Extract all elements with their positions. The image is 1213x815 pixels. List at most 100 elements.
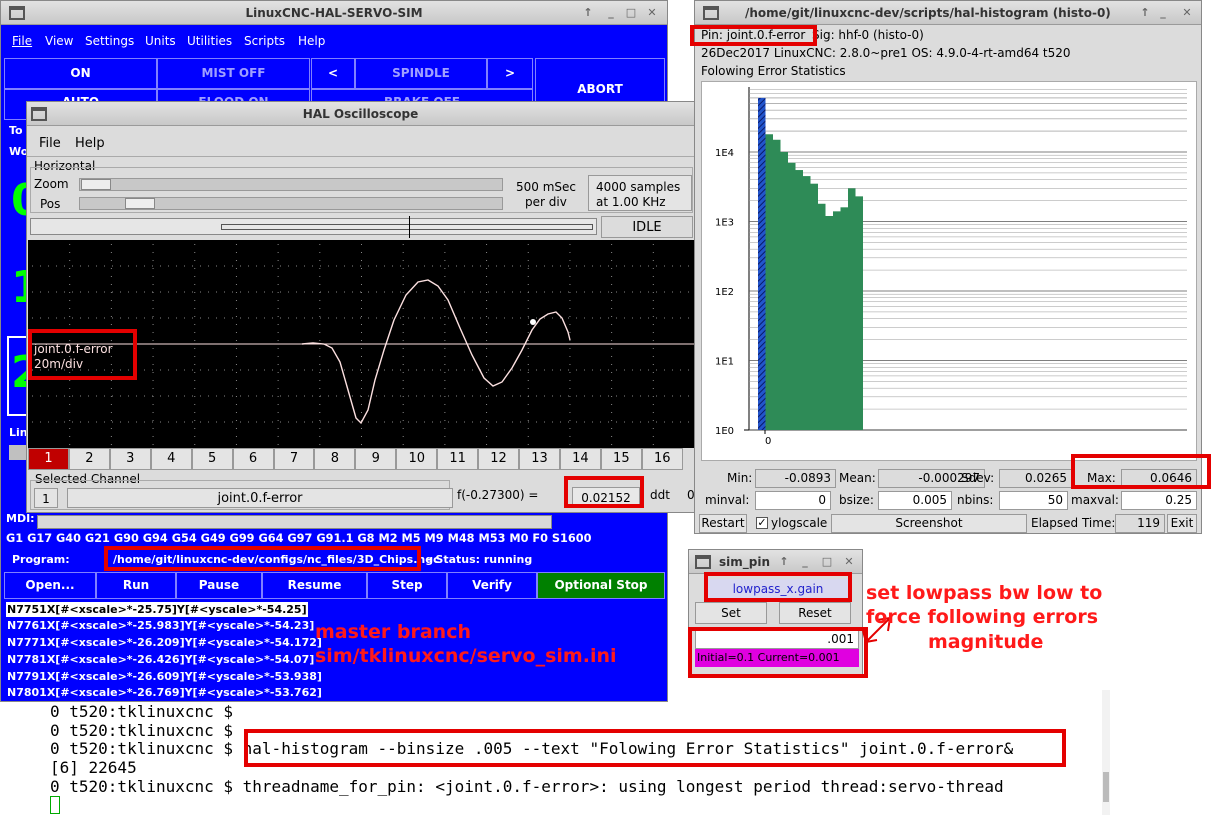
menu-view[interactable]: View xyxy=(45,34,73,48)
close-icon[interactable]: ✕ xyxy=(1177,1,1197,25)
mist-button[interactable]: MIST OFF xyxy=(157,58,310,89)
channel-button[interactable]: 10 xyxy=(396,448,438,470)
channel-button[interactable]: 3 xyxy=(109,448,151,470)
menu-settings[interactable]: Settings xyxy=(85,34,134,48)
scope-trace xyxy=(301,279,571,425)
annotation-ini: sim/tklinuxcnc/servo_sim.ini xyxy=(315,645,617,667)
minval-input[interactable]: 0 xyxy=(755,491,831,510)
y-tick-label: 1E1 xyxy=(715,357,734,368)
spindle-decrease-button[interactable]: < xyxy=(311,58,355,89)
simpin-set-button[interactable]: Set xyxy=(695,602,767,624)
code-line: N7791X[#<xscale>*-26.609]Y[#<yscale>*-53… xyxy=(7,670,322,683)
minimize-icon[interactable]: _ xyxy=(795,550,815,574)
menu-help[interactable]: Help xyxy=(298,34,325,48)
on-button[interactable]: ON xyxy=(4,58,157,89)
terminal-scroll-thumb[interactable] xyxy=(1103,772,1109,802)
channel-button[interactable]: 12 xyxy=(478,448,520,470)
channel-button[interactable]: 5 xyxy=(191,448,233,470)
menu-file[interactable]: File xyxy=(12,34,32,48)
channel-button[interactable]: 7 xyxy=(273,448,315,470)
channel-button[interactable]: 6 xyxy=(232,448,274,470)
step-button[interactable]: Step xyxy=(367,572,447,599)
run-state-button[interactable]: IDLE xyxy=(601,216,693,238)
scope-menu-help[interactable]: Help xyxy=(75,136,105,151)
channel-button[interactable]: 4 xyxy=(150,448,192,470)
menu-units[interactable]: Units xyxy=(145,34,176,48)
program-label: Program: xyxy=(12,553,70,566)
ylogscale-checkbox[interactable]: ✓ xyxy=(756,517,768,529)
scope-titlebar[interactable]: HAL Oscilloscope xyxy=(27,102,694,126)
zoom-slider-thumb[interactable] xyxy=(81,179,111,190)
samples-count: 4000 samples xyxy=(596,180,681,194)
channel-button[interactable]: 8 xyxy=(314,448,356,470)
close-icon[interactable]: ✕ xyxy=(642,1,662,25)
window-menu-icon[interactable] xyxy=(701,1,721,25)
terminal-line: [6] 22645 xyxy=(50,758,137,777)
menu-scripts[interactable]: Scripts xyxy=(244,34,285,48)
pos-slider-thumb[interactable] xyxy=(125,198,155,209)
histogram-canvas[interactable]: 1E4 1E3 1E2 1E1 1E0 0 xyxy=(701,81,1197,461)
window-menu-icon[interactable] xyxy=(29,102,49,126)
menu-utilities[interactable]: Utilities xyxy=(187,34,232,48)
histogram-plot: 1E4 1E3 1E2 1E1 1E0 0 xyxy=(715,87,1187,447)
linuxcnc-titlebar[interactable]: LinuxCNC-HAL-SERVO-SIM xyxy=(1,1,667,25)
channel-button[interactable]: 11 xyxy=(437,448,479,470)
jog-slider[interactable] xyxy=(9,445,27,460)
channel-button[interactable]: 13 xyxy=(519,448,560,470)
y-tick-label: 1E2 xyxy=(715,287,734,298)
simpin-reset-button[interactable]: Reset xyxy=(779,602,851,624)
min-value: -0.0893 xyxy=(755,469,836,488)
exit-button[interactable]: Exit xyxy=(1167,514,1197,533)
window-menu-icon[interactable] xyxy=(7,1,27,25)
program-status: - Status: running xyxy=(427,553,533,566)
highlight-cursor-value xyxy=(564,476,644,508)
mdi-input[interactable] xyxy=(37,515,552,529)
selected-channel-pin[interactable]: joint.0.f-error xyxy=(67,488,453,508)
terminal-cursor xyxy=(50,796,60,814)
histogram-info: 26Dec2017 LinuxCNC: 2.8.0~pre1 OS: 4.9.0… xyxy=(701,46,1071,60)
spindle-forward-button[interactable]: SPINDLE FORWARD xyxy=(355,58,487,109)
pin-icon[interactable]: ↑ xyxy=(1135,1,1155,25)
restart-button[interactable]: Restart xyxy=(699,514,747,533)
run-button[interactable]: Run xyxy=(96,572,176,599)
maxval-input[interactable]: 0.25 xyxy=(1121,491,1197,510)
maximize-icon[interactable]: □ xyxy=(621,1,641,25)
channel-button[interactable]: 15 xyxy=(600,448,642,470)
minimize-icon[interactable]: _ xyxy=(601,1,621,25)
pin-icon[interactable]: ↑ xyxy=(774,550,794,574)
selected-channel-number[interactable]: 1 xyxy=(34,488,58,508)
menu-divider xyxy=(27,156,694,157)
verify-button[interactable]: Verify xyxy=(447,572,537,599)
zoom-slider[interactable] xyxy=(79,178,503,191)
minimize-icon[interactable]: _ xyxy=(1153,1,1173,25)
scope-menu-file[interactable]: File xyxy=(39,136,61,151)
channel-button[interactable]: 14 xyxy=(559,448,601,470)
nbins-input[interactable]: 50 xyxy=(999,491,1068,510)
trigger-point xyxy=(530,319,536,325)
spindle-increase-button[interactable]: > xyxy=(487,58,533,89)
histogram-bar xyxy=(758,97,766,430)
screenshot-button[interactable]: Screenshot xyxy=(831,514,1027,533)
close-icon[interactable]: ✕ xyxy=(839,550,859,574)
channel-button[interactable]: 2 xyxy=(68,448,110,470)
channel-button[interactable]: 9 xyxy=(355,448,397,470)
maximize-icon[interactable]: □ xyxy=(817,550,837,574)
open-button[interactable]: Open... xyxy=(4,572,96,599)
highlight-trace-label xyxy=(28,329,137,380)
histogram-bar xyxy=(788,162,796,430)
window-menu-icon[interactable] xyxy=(693,550,713,574)
channel-button[interactable]: 16 xyxy=(641,448,683,470)
histogram-titlebar[interactable]: /home/git/linuxcnc-dev/scripts/hal-histo… xyxy=(695,1,1201,25)
lin-label: Lin xyxy=(9,426,28,439)
histogram-bar xyxy=(773,139,781,430)
bsize-input[interactable]: 0.005 xyxy=(878,491,952,510)
optional-stop-button[interactable]: Optional Stop xyxy=(537,572,665,599)
pause-button[interactable]: Pause xyxy=(176,572,262,599)
resume-button[interactable]: Resume xyxy=(262,572,367,599)
pos-label: Pos xyxy=(40,197,61,211)
channel-button[interactable]: 1 xyxy=(28,448,69,470)
samples-button[interactable]: 4000 samples at 1.00 KHz xyxy=(588,175,692,211)
pin-icon[interactable]: ↑ xyxy=(578,1,598,25)
y-tick-label: 1E4 xyxy=(715,148,734,159)
tool-label: To xyxy=(9,124,23,137)
